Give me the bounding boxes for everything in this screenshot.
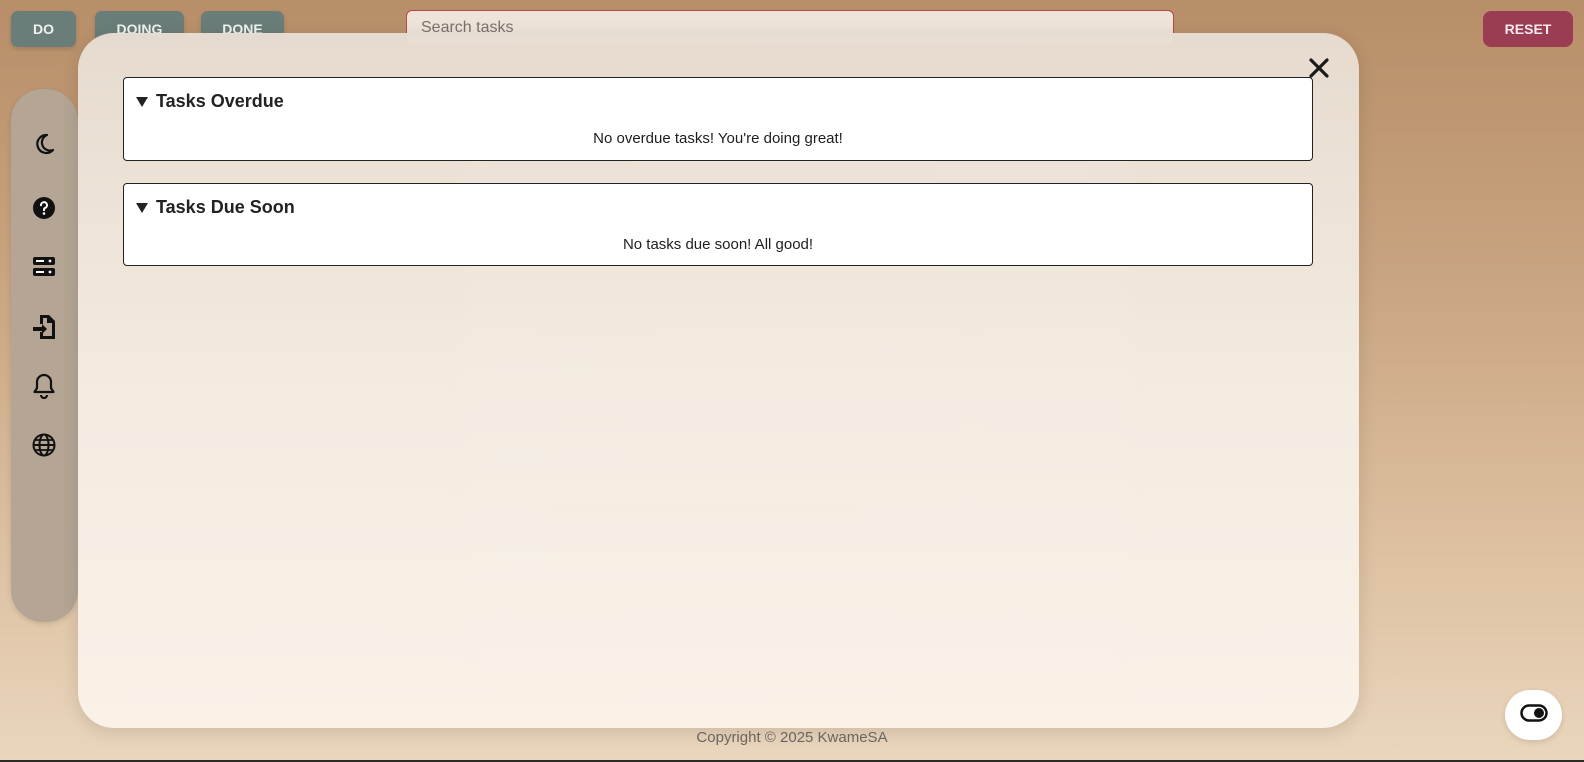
help-icon[interactable] — [30, 194, 58, 222]
notifications-modal: Tasks Overdue No overdue tasks! You're d… — [78, 33, 1359, 728]
storage-icon[interactable] — [30, 253, 58, 281]
import-icon[interactable] — [30, 313, 58, 341]
due-soon-message: No tasks due soon! All good! — [622, 236, 814, 253]
overdue-panel: Tasks Overdue No overdue tasks! You're d… — [123, 77, 1313, 161]
due-soon-title: Tasks Due Soon — [156, 197, 295, 217]
moon-icon[interactable] — [30, 130, 58, 158]
reset-button[interactable]: RESET — [1483, 11, 1573, 47]
footer-copyright: Copyright © 2025 KwameSA — [696, 729, 888, 746]
expanded-triangle-icon — [136, 202, 148, 213]
tab-do[interactable]: DO — [11, 11, 76, 47]
overdue-summary[interactable]: Tasks Overdue — [136, 91, 284, 112]
sidebar — [11, 89, 78, 622]
due-soon-panel: Tasks Due Soon No tasks due soon! All go… — [123, 183, 1313, 266]
theme-toggle-button[interactable] — [1505, 690, 1562, 740]
toggle-icon — [1519, 703, 1548, 727]
bell-icon[interactable] — [30, 372, 58, 400]
overdue-title: Tasks Overdue — [156, 91, 284, 111]
overdue-message: No overdue tasks! You're doing great! — [593, 130, 843, 147]
due-soon-summary[interactable]: Tasks Due Soon — [136, 197, 295, 218]
expanded-triangle-icon — [136, 96, 148, 107]
globe-icon[interactable] — [30, 431, 58, 459]
